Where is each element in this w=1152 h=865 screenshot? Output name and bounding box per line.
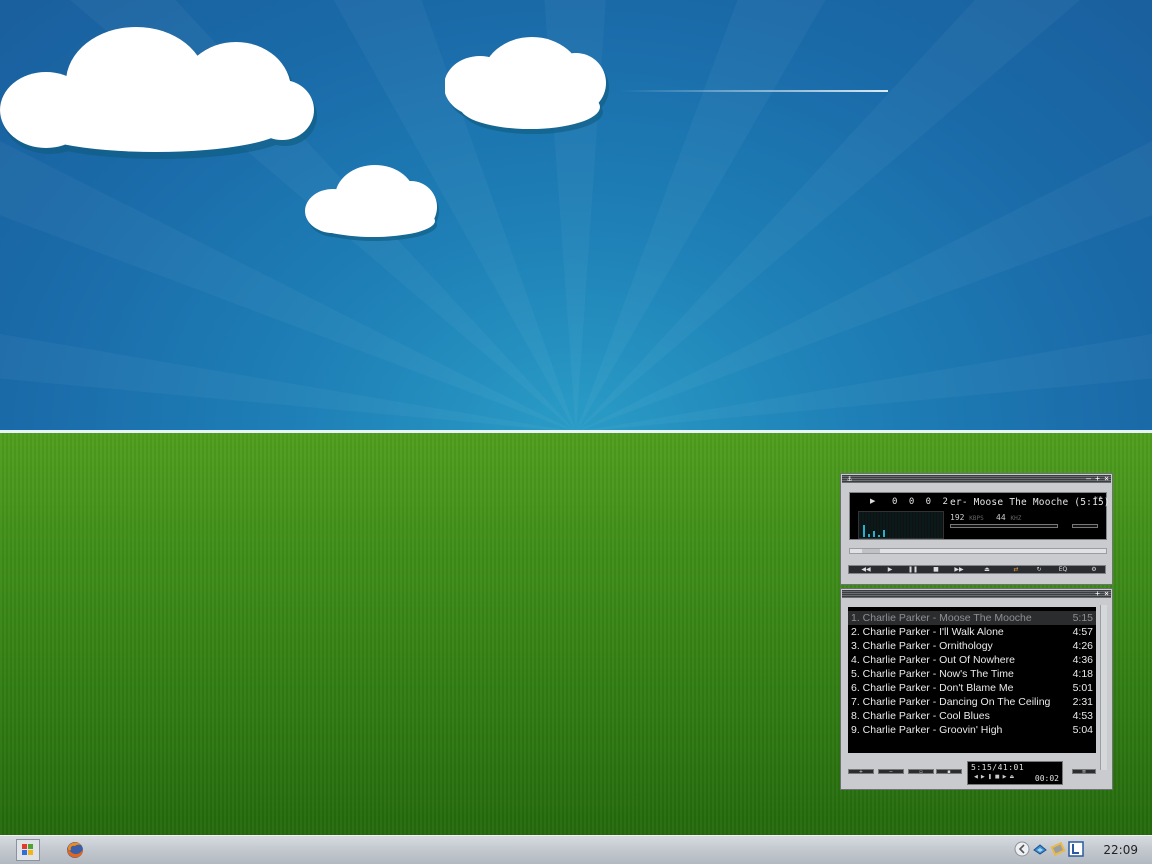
- app-icon[interactable]: [1050, 841, 1066, 857]
- visualizer[interactable]: [858, 511, 944, 539]
- playlist-scrollbar[interactable]: [1100, 605, 1107, 770]
- previous-button[interactable]: ◀◀: [859, 566, 873, 573]
- taskbar-firefox-button[interactable]: [64, 839, 88, 861]
- playlist-misc-button[interactable]: ▪: [936, 769, 962, 775]
- playlist-row[interactable]: 7. Charlie Parker - Dancing On The Ceili…: [848, 695, 1096, 709]
- seek-thumb[interactable]: [862, 549, 880, 553]
- visualizer-bar: [878, 535, 880, 537]
- cloud-medium: [445, 37, 609, 134]
- close-button[interactable]: ×: [1103, 475, 1110, 483]
- player-titlebar[interactable]: ⚓ – + ×: [842, 475, 1111, 483]
- network-icon[interactable]: [1032, 841, 1048, 857]
- repeat-button[interactable]: ↻: [1032, 566, 1046, 573]
- visualizer-bar: [868, 534, 870, 537]
- playlist-list-options-button[interactable]: ≡: [1072, 769, 1096, 775]
- playlist-close-button[interactable]: ×: [1103, 590, 1110, 598]
- playlist-select-button[interactable]: ▫: [908, 769, 934, 775]
- minimize-button[interactable]: –: [1085, 475, 1092, 483]
- samplerate-readout: 44 KHZ: [996, 513, 1022, 522]
- tray-expand-icon[interactable]: [1014, 841, 1030, 857]
- stop-button[interactable]: ■: [929, 566, 943, 573]
- bitrate-readout: 192 KBPS: [950, 513, 984, 522]
- playlist-info-display: 5:15/41:01 ◀▶❚■▶⏏ 00:02: [967, 761, 1063, 785]
- cloud-large: [0, 27, 317, 159]
- playlist-total-time: 5:15/41:01: [971, 763, 1025, 772]
- shade-button[interactable]: +: [1094, 475, 1101, 483]
- play-button[interactable]: ▶: [883, 566, 897, 573]
- visualizer-bar: [873, 531, 875, 537]
- balance-slider[interactable]: [1072, 524, 1098, 528]
- pause-button[interactable]: ❚❚: [906, 566, 920, 573]
- volume-slider[interactable]: [950, 524, 1058, 528]
- playlist-row[interactable]: 5. Charlie Parker - Now's The Time 4:18: [848, 667, 1096, 681]
- options-button[interactable]: ⚙: [1087, 566, 1101, 573]
- playlist-row[interactable]: 8. Charlie Parker - Cool Blues 4:53: [848, 709, 1096, 723]
- clock[interactable]: 22:09: [1103, 843, 1138, 857]
- playlist-row[interactable]: 6. Charlie Parker - Don't Blame Me 5:01: [848, 681, 1096, 695]
- playlist-row[interactable]: 2. Charlie Parker - I'll Walk Alone 4:57: [848, 625, 1096, 639]
- elapsed-time[interactable]: 0 0 0 2: [892, 497, 951, 507]
- airplane-contrail: [620, 90, 888, 92]
- playlist-add-button[interactable]: +: [848, 769, 874, 775]
- playlist-row[interactable]: 9. Charlie Parker - Groovin' High 5:04: [848, 723, 1096, 737]
- playlist-row[interactable]: 3. Charlie Parker - Ornithology 4:26: [848, 639, 1096, 653]
- system-tray: 22:09: [1012, 836, 1152, 864]
- winamp-playlist-window[interactable]: + × 1. Charlie Parker - Moose The Mooche…: [840, 588, 1113, 790]
- desktop: ⚓ – + × ▶ 0 0 0 2 er- Moose The Mooche (…: [0, 0, 1152, 835]
- scroll-marker: **: [1093, 495, 1103, 504]
- playlist-row[interactable]: 1. Charlie Parker - Moose The Mooche 5:15: [848, 611, 1096, 625]
- sky-wallpaper: [0, 0, 1152, 432]
- playlist-shade-button[interactable]: +: [1094, 590, 1101, 598]
- next-button[interactable]: ▶▶: [952, 566, 966, 573]
- seek-bar[interactable]: [849, 548, 1107, 554]
- playlist-remove-button[interactable]: −: [878, 769, 904, 775]
- winamp-player-window[interactable]: ⚓ – + × ▶ 0 0 0 2 er- Moose The Mooche (…: [840, 473, 1113, 585]
- play-status-icon: ▶: [870, 497, 876, 505]
- equalizer-button[interactable]: EQ: [1056, 566, 1070, 573]
- playlist-elapsed-time: 00:02: [1034, 774, 1059, 783]
- winamp-menu-icon[interactable]: ⚓: [846, 475, 853, 483]
- eject-button[interactable]: ⏏: [980, 566, 994, 573]
- visualizer-bar: [863, 525, 865, 537]
- taskbar: 22:09: [0, 835, 1152, 864]
- playlist-titlebar[interactable]: + ×: [842, 590, 1111, 598]
- transport-controls: ◀◀ ▶ ❚❚ ■ ▶▶ ⏏ ⇄ ↻ EQ ⚙: [848, 565, 1106, 574]
- playlist-bottom-bar: + − ▫ ▪ 5:15/41:01 ◀▶❚■▶⏏ 00:02 ≡: [848, 761, 1106, 787]
- visualizer-bar: [883, 530, 885, 537]
- playlist-mini-controls[interactable]: ◀▶❚■▶⏏: [974, 774, 1017, 780]
- player-display: ▶ 0 0 0 2 er- Moose The Mooche (5:15) **…: [849, 492, 1110, 540]
- playlist-tracks: 1. Charlie Parker - Moose The Mooche 5:15…: [848, 607, 1096, 753]
- song-title-ticker[interactable]: er- Moose The Mooche (5:15): [950, 497, 1110, 508]
- cloud-small: [305, 165, 439, 241]
- shuffle-button[interactable]: ⇄: [1009, 566, 1023, 573]
- windows-logo-icon: [22, 844, 33, 855]
- firefox-icon: [67, 842, 83, 858]
- start-button[interactable]: [16, 839, 40, 861]
- playlist-row[interactable]: 4. Charlie Parker - Out Of Nowhere 4:36: [848, 653, 1096, 667]
- layout-icon[interactable]: [1068, 841, 1084, 857]
